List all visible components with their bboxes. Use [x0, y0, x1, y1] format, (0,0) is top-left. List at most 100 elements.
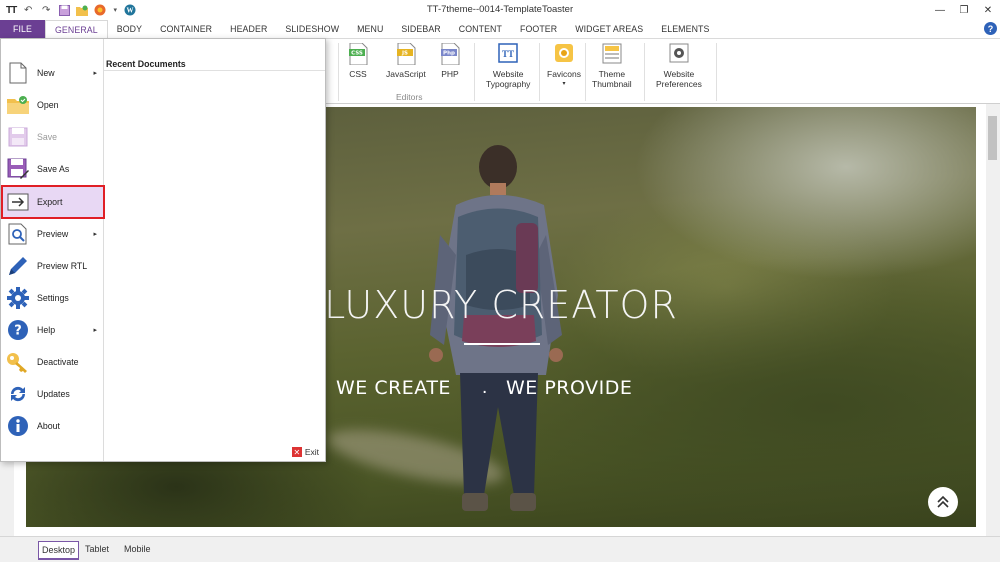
- menu-item-label: New: [37, 68, 55, 78]
- tab-general[interactable]: GENERAL: [44, 20, 108, 38]
- submenu-arrow-icon: ▸: [93, 327, 97, 334]
- tab-elements[interactable]: ELEMENTS: [652, 20, 718, 38]
- thumbnail-icon: [602, 43, 622, 64]
- javascript-editor-button[interactable]: JS JavaScript: [386, 43, 426, 79]
- device-tabs: Desktop Tablet Mobile: [0, 536, 1000, 562]
- save-icon: [3, 122, 33, 152]
- dropdown-arrow-icon[interactable]: ▾: [112, 4, 118, 16]
- website-preferences-button[interactable]: Website Preferences: [656, 43, 702, 89]
- ribbon-separator: [716, 43, 717, 101]
- typography-label-line1: Website: [492, 69, 524, 79]
- hero-subtitle-left[interactable]: WE CREATE: [336, 377, 451, 399]
- menu-item-deactivate[interactable]: Deactivate: [3, 347, 103, 377]
- help-icon[interactable]: ?: [984, 22, 997, 35]
- tab-content[interactable]: CONTENT: [450, 20, 511, 38]
- tab-menu[interactable]: MENU: [348, 20, 392, 38]
- save-as-icon: [3, 154, 33, 184]
- favicons-dropdown-icon: ▾: [562, 81, 566, 87]
- js-file-icon: JS: [396, 43, 416, 65]
- typography-icon: TT: [498, 43, 518, 63]
- key-icon: [3, 347, 33, 377]
- hero-subtitle-right[interactable]: WE PROVIDE: [506, 377, 632, 399]
- website-typography-button[interactable]: TT Website Typography: [486, 43, 530, 89]
- vertical-scrollbar[interactable]: [986, 104, 1000, 536]
- info-icon: [3, 411, 33, 441]
- gear-icon: [3, 283, 33, 313]
- tab-footer[interactable]: FOOTER: [511, 20, 566, 38]
- js-badge: JS: [401, 51, 408, 57]
- minimize-button[interactable]: —: [928, 0, 952, 20]
- css-editor-button[interactable]: CSS CSS: [348, 43, 368, 79]
- tab-tablet[interactable]: Tablet: [82, 541, 112, 557]
- tab-mobile[interactable]: Mobile: [121, 541, 154, 557]
- recent-documents-heading: Recent Documents: [106, 59, 186, 69]
- menu-item-label: Preview RTL: [37, 261, 88, 271]
- window-title: TT-7theme--0014-TemplateToaster: [426, 4, 574, 15]
- wordpress-icon[interactable]: W: [124, 4, 136, 16]
- preferences-label-line2: Preferences: [656, 79, 702, 89]
- menu-item-settings[interactable]: Settings: [3, 283, 103, 313]
- tab-widget-areas[interactable]: WIDGET AREAS: [566, 20, 652, 38]
- tab-file[interactable]: FILE: [0, 20, 45, 38]
- svg-text:?: ?: [14, 324, 22, 339]
- php-file-icon: Php: [441, 43, 460, 65]
- open-folder-icon[interactable]: [76, 4, 89, 16]
- preferences-gear-icon: [669, 43, 689, 63]
- submenu-arrow-icon: ▸: [93, 70, 97, 77]
- menu-item-open[interactable]: Open: [3, 90, 103, 120]
- menu-item-label: Updates: [37, 389, 70, 399]
- tab-slideshow[interactable]: SLIDESHOW: [276, 20, 348, 38]
- tab-sidebar[interactable]: SIDEBAR: [392, 20, 449, 38]
- php-badge: Php: [443, 51, 455, 57]
- open-folder-icon: [3, 90, 33, 120]
- close-button[interactable]: ✕: [976, 0, 1000, 20]
- ribbon-tabs: FILE GENERAL BODY CONTAINER HEADER SLIDE…: [0, 20, 1000, 38]
- file-menu: New ▸ Open Save Save As Export Preview ▸…: [0, 38, 326, 462]
- browser-icon[interactable]: [94, 4, 106, 16]
- save-icon[interactable]: [58, 4, 70, 16]
- double-chevron-up-icon: [937, 495, 949, 508]
- menu-item-preview[interactable]: Preview ▸: [3, 219, 103, 249]
- hiker-image: [429, 145, 563, 511]
- menu-item-label: Help: [37, 325, 56, 335]
- new-document-icon: [3, 58, 33, 88]
- refresh-icon: [3, 379, 33, 409]
- php-editor-button[interactable]: Php PHP: [440, 43, 460, 79]
- exit-label: Exit: [304, 447, 319, 457]
- undo-icon[interactable]: ↶: [22, 4, 34, 16]
- menu-item-help[interactable]: ? Help ▸: [3, 315, 103, 345]
- exit-button[interactable]: ✕ Exit: [291, 447, 319, 457]
- menu-item-preview-rtl[interactable]: Preview RTL: [3, 251, 103, 281]
- menu-item-label: Settings: [37, 293, 69, 303]
- scrollbar-thumb[interactable]: [988, 116, 997, 160]
- window-controls: — ❐ ✕: [928, 0, 1000, 20]
- tab-body[interactable]: BODY: [108, 20, 151, 38]
- hero-subtitle-dot: .: [482, 377, 488, 398]
- title-bar: TT ↶ ↷ ▾ W TT-7theme--0014-TemplateToast…: [0, 0, 1000, 20]
- preview-icon: [3, 219, 33, 249]
- menu-item-label: Preview: [37, 229, 69, 239]
- thumbnail-label-line1: Theme: [598, 69, 626, 79]
- svg-text:W: W: [127, 7, 134, 15]
- menu-item-updates[interactable]: Updates: [3, 379, 103, 409]
- theme-thumbnail-button[interactable]: Theme Thumbnail: [592, 43, 632, 89]
- menu-item-new[interactable]: New ▸: [3, 58, 103, 88]
- menu-item-label: Deactivate: [37, 357, 79, 367]
- menu-item-save[interactable]: Save: [3, 122, 103, 152]
- scroll-to-top-button[interactable]: [928, 487, 958, 517]
- menu-item-save-as[interactable]: Save As: [3, 154, 103, 184]
- menu-item-export[interactable]: Export: [1, 185, 105, 219]
- exit-icon: ✕: [291, 447, 302, 457]
- tab-header[interactable]: HEADER: [221, 20, 276, 38]
- tab-desktop[interactable]: Desktop: [38, 541, 80, 560]
- restore-button[interactable]: ❐: [952, 0, 976, 20]
- favicons-label: Favicons: [547, 69, 582, 79]
- redo-icon[interactable]: ↷: [40, 4, 52, 16]
- css-file-icon: CSS: [349, 43, 368, 65]
- pencil-icon: [3, 251, 33, 281]
- tab-container[interactable]: CONTAINER: [151, 20, 221, 38]
- typography-label-line2: Typography: [486, 79, 531, 89]
- thumbnail-label-line2: Thumbnail: [592, 79, 632, 89]
- menu-item-about[interactable]: About: [3, 411, 103, 441]
- favicons-button[interactable]: Favicons ▾: [547, 43, 581, 89]
